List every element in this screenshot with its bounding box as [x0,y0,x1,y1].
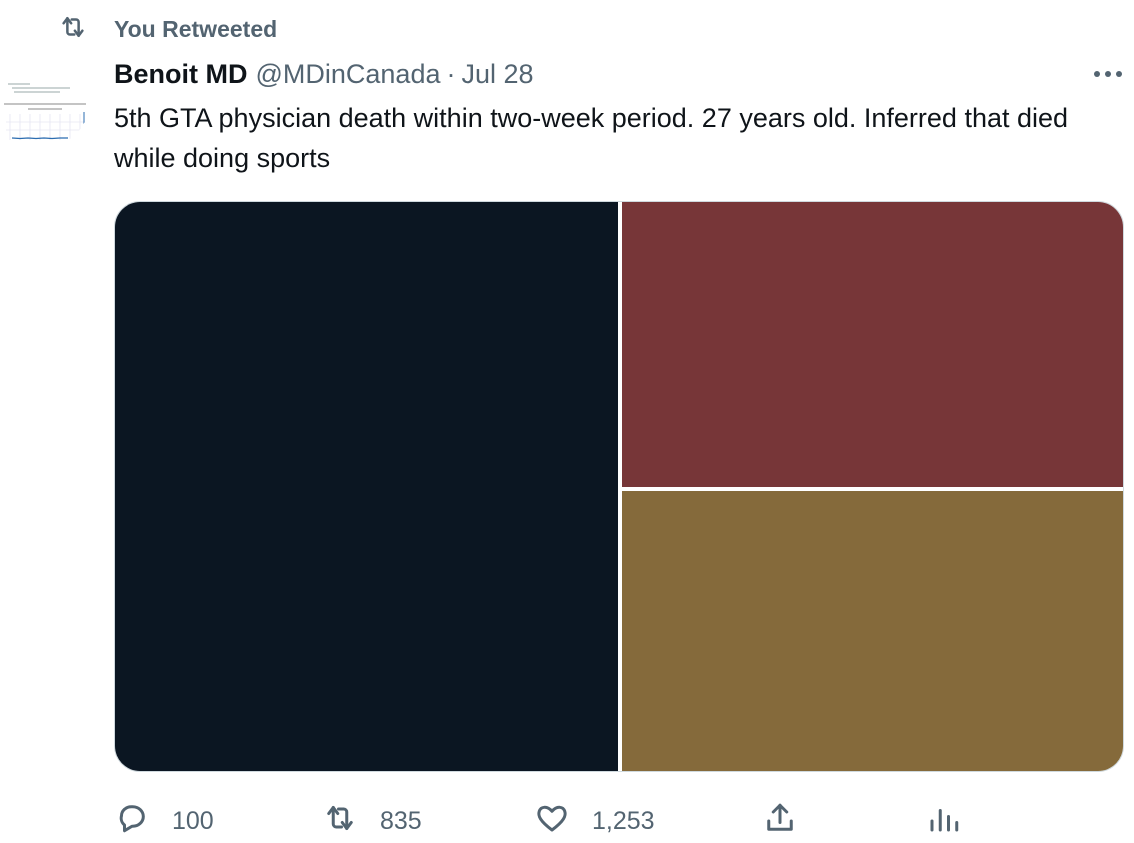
retweet-icon [58,12,88,47]
like-button[interactable]: 1,253 [534,800,655,843]
analytics-icon [926,800,962,843]
retweet-count: 835 [380,807,422,835]
author-name[interactable]: Benoit MD [114,59,247,90]
tweet-date[interactable]: Jul 28 [461,59,533,90]
media-tile-2[interactable] [622,202,1123,487]
retweet-banner: You Retweeted [58,14,277,44]
retweet-icon [322,800,358,843]
analytics-button[interactable] [926,800,962,843]
retweet-banner-label: You Retweeted [114,15,278,42]
separator-dot: · [446,58,456,89]
avatar[interactable] [0,52,90,148]
more-options-icon[interactable] [1092,60,1124,88]
reply-button[interactable]: 100 [114,800,214,843]
reply-icon [114,800,150,843]
tweet-header: Benoit MD @MDinCanada · Jul 28 [114,56,1124,92]
like-count: 1,253 [592,807,655,835]
tweet-text: 5th GTA physician death within two-week … [114,103,1069,173]
heart-icon [534,800,570,843]
share-icon [762,800,798,843]
reply-count: 100 [172,807,214,835]
media-tile-3[interactable] [622,491,1123,771]
media-tile-1[interactable] [115,202,618,771]
media-grid [114,201,1124,772]
share-button[interactable] [762,800,798,843]
retweet-button[interactable]: 835 [322,800,422,843]
author-handle[interactable]: @MDinCanada [255,59,440,90]
